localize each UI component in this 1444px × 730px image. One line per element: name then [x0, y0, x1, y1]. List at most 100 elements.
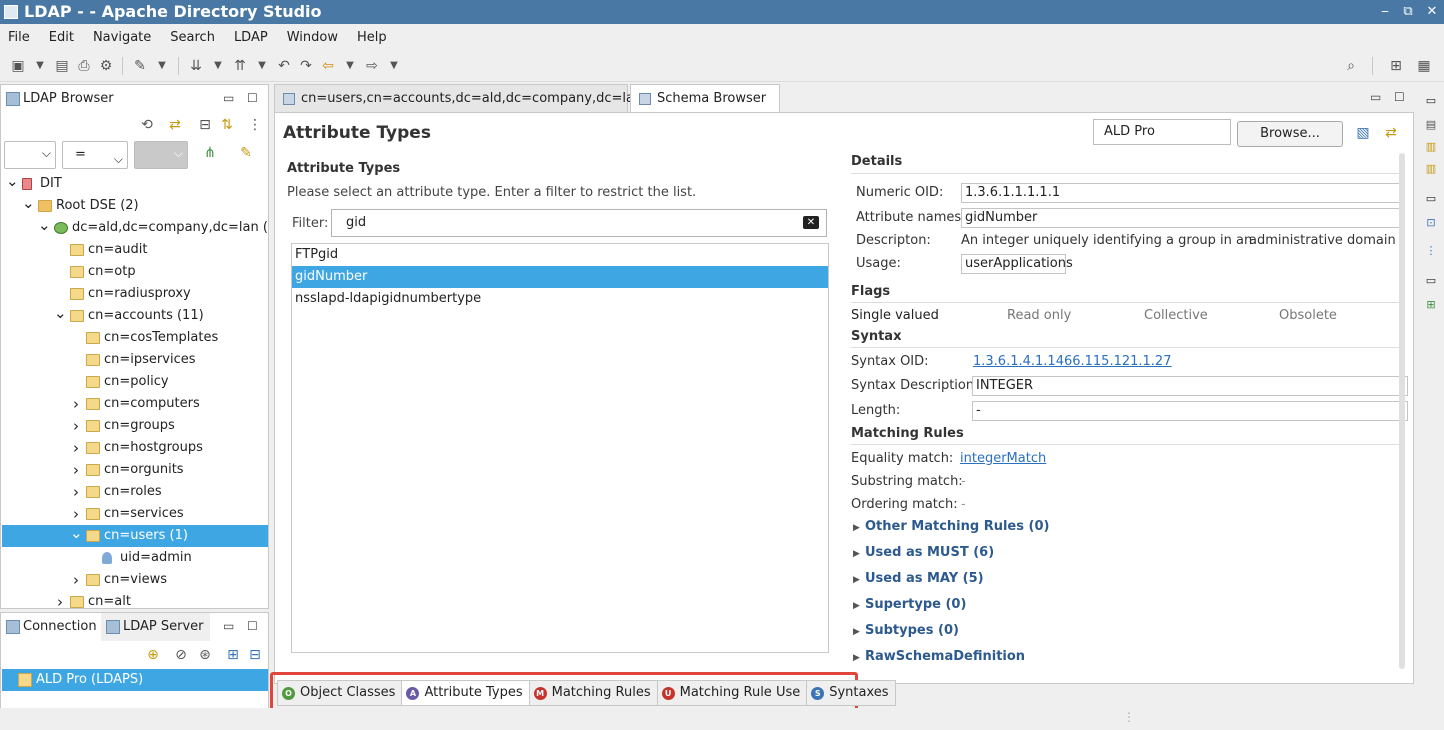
clear-filter-icon[interactable]: ✕	[803, 216, 819, 229]
tab-ldap-browser[interactable]: LDAP Browser	[1, 85, 120, 113]
minimize-button[interactable]: ⎯	[1373, 0, 1397, 24]
expand-all-icon[interactable]: ⊞	[225, 647, 241, 663]
operator-combo[interactable]: = ⌵	[62, 141, 128, 169]
tab-matching-rule-use[interactable]: U Matching Rule Use	[656, 680, 807, 706]
chevron-down-icon[interactable]: ⌄	[70, 525, 83, 541]
chevron-right-icon[interactable]: ›	[54, 591, 66, 610]
filter-input[interactable]: gid	[331, 209, 827, 237]
back-dropdown-icon[interactable]: ▼	[342, 58, 358, 74]
attribute-combo[interactable]: ⌵	[4, 141, 56, 169]
import-dropdown-icon[interactable]: ▼	[210, 58, 226, 74]
tree-item[interactable]: ⌄ cn=accounts (11)	[2, 305, 268, 327]
tab-matching-rules[interactable]: M Matching Rules	[528, 680, 657, 706]
tree-item[interactable]: › cn=orgunits	[2, 459, 268, 481]
list-item[interactable]: FTPgid	[292, 244, 828, 266]
section-used-as-must[interactable]: ▶ Used as MUST (6)	[853, 545, 994, 560]
tree-item[interactable]: cn=ipservices	[2, 349, 268, 371]
tree-item[interactable]: › cn=groups	[2, 415, 268, 437]
forward-icon[interactable]: ⇨	[364, 58, 380, 74]
section-other-matching-rules[interactable]: ▶ Other Matching Rules (0)	[853, 519, 1049, 534]
hierarchy-icon[interactable]: ⋔	[202, 145, 218, 161]
tab-attribute-types[interactable]: A Attribute Types	[401, 680, 529, 706]
search-log-icon[interactable]: ▥	[1424, 162, 1438, 176]
tree-item[interactable]: › cn=services	[2, 503, 268, 525]
import-icon[interactable]: ⇊	[188, 58, 204, 74]
chevron-right-icon[interactable]: ›	[70, 481, 82, 503]
back-icon[interactable]: ⇦	[320, 58, 336, 74]
chevron-down-icon[interactable]: ⌄	[54, 305, 67, 321]
restore-icon[interactable]: ▭	[1424, 192, 1438, 206]
tree-item[interactable]: ⌄ cn=users (1)	[2, 525, 268, 547]
minimize-view-icon[interactable]: ▭	[223, 91, 234, 105]
link-with-editor-icon[interactable]: ⟲	[139, 117, 155, 133]
tree-item[interactable]: › cn=views	[2, 569, 268, 591]
tree-item[interactable]: uid=admin	[2, 547, 268, 569]
connect-icon[interactable]: ✎	[132, 58, 148, 74]
show-default-schema-icon[interactable]: ▧	[1355, 125, 1371, 141]
menu-file[interactable]: File	[8, 30, 30, 45]
new-connection-icon[interactable]: ⊕	[145, 647, 161, 663]
properties-icon[interactable]: ⊡	[1424, 216, 1438, 230]
chevron-right-icon[interactable]: ›	[70, 415, 82, 437]
search-icon[interactable]: ⌕	[1343, 58, 1359, 74]
tree-item[interactable]: cn=policy	[2, 371, 268, 393]
tab-connection[interactable]: Connection	[1, 613, 103, 641]
tab-schema-browser[interactable]: Schema Browser ⊠	[630, 84, 780, 134]
chevron-down-icon[interactable]: ⌄	[6, 173, 19, 189]
maximize-view-icon[interactable]: ☐	[247, 619, 258, 633]
restore-icon[interactable]: ▭	[1424, 274, 1438, 288]
connect-dropdown-icon[interactable]: ▼	[154, 58, 170, 74]
export-icon[interactable]: ⇈	[232, 58, 248, 74]
equality-match-link[interactable]: integerMatch	[960, 451, 1046, 466]
tab-object-classes[interactable]: O Object Classes	[277, 680, 402, 706]
menu-help[interactable]: Help	[357, 30, 387, 45]
chevron-down-icon[interactable]: ⌄	[22, 195, 35, 211]
section-supertype[interactable]: ▶ Supertype (0)	[853, 597, 966, 612]
tree-item[interactable]: cn=audit	[2, 239, 268, 261]
chevron-down-icon[interactable]: ⌄	[38, 217, 51, 233]
menu-edit[interactable]: Edit	[49, 30, 74, 45]
tree-item[interactable]: cn=otp	[2, 261, 268, 283]
back-history-icon[interactable]: ↶	[276, 58, 292, 74]
maximize-editor-icon[interactable]: ☐	[1394, 90, 1405, 104]
list-item[interactable]: nsslapd-ldapigidnumbertype	[292, 288, 828, 310]
progress-icon[interactable]: ⊞	[1424, 298, 1438, 312]
usage-field[interactable]: userApplications	[961, 254, 1073, 274]
chevron-right-icon[interactable]: ›	[70, 437, 82, 459]
open-perspective-icon[interactable]: ⊞	[1388, 58, 1404, 74]
disconnect-icon[interactable]: ⊘	[173, 647, 189, 663]
connection-combo[interactable]: ALD Pro	[1093, 119, 1231, 145]
connect-icon[interactable]: ⊛	[197, 647, 213, 663]
tree-item[interactable]: › cn=alt	[2, 591, 268, 610]
tree-item[interactable]: › cn=computers	[2, 393, 268, 415]
chevron-right-icon[interactable]: ›	[70, 503, 82, 525]
collapse-all-icon[interactable]: ⊟	[197, 117, 213, 133]
ldap-perspective-icon[interactable]: ▦	[1416, 58, 1432, 74]
tab-ldap-server[interactable]: LDAP Server	[101, 613, 210, 641]
attribute-names-field[interactable]: gidNumber	[961, 208, 1403, 228]
menu-ldap[interactable]: LDAP	[234, 30, 268, 45]
connection-item[interactable]: ALD Pro (LDAPS)	[2, 669, 268, 691]
modification-log-icon[interactable]: ▥	[1424, 140, 1438, 154]
details-scrollbar[interactable]	[1399, 153, 1405, 669]
numeric-oid-field[interactable]: 1.3.6.1.1.1.1.1	[961, 183, 1403, 203]
forward-dropdown-icon[interactable]: ▼	[386, 58, 402, 74]
print-icon[interactable]: ⎙	[76, 58, 92, 74]
save-icon[interactable]: ▤	[54, 58, 70, 74]
chevron-right-icon[interactable]: ›	[70, 393, 82, 415]
chevron-right-icon[interactable]: ›	[70, 459, 82, 481]
close-button[interactable]: ✕	[1420, 0, 1444, 24]
view-menu-icon[interactable]: ⋮	[247, 117, 263, 133]
sync-icon[interactable]: ⇅	[219, 117, 235, 133]
minimize-editor-icon[interactable]: ▭	[1370, 90, 1381, 104]
outline-icon[interactable]: ▤	[1424, 118, 1438, 132]
menu-window[interactable]: Window	[287, 30, 338, 45]
hierarchy-icon[interactable]: ⋮	[1424, 244, 1438, 258]
tree-item[interactable]: cn=radiusproxy	[2, 283, 268, 305]
tree-item[interactable]: › cn=hostgroups	[2, 437, 268, 459]
tree-item[interactable]: ⌄ DIT	[2, 173, 268, 195]
tab-entry-editor[interactable]: cn=users,cn=accounts,dc=ald,dc=company,d…	[274, 84, 642, 112]
gear-icon[interactable]: ⚙	[98, 58, 114, 74]
tree-item[interactable]: ⌄ dc=ald,dc=company,dc=lan (22)	[2, 217, 268, 239]
tab-syntaxes[interactable]: S Syntaxes	[806, 680, 896, 706]
